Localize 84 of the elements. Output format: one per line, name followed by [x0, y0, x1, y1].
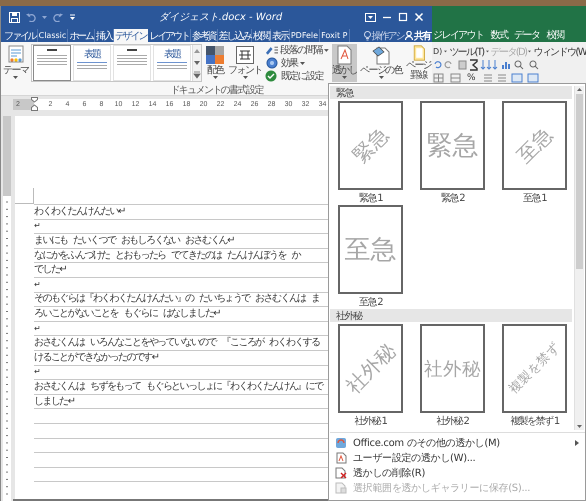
scrollbar-thumb[interactable] [576, 94, 583, 269]
watermark-text: 至急 [510, 122, 558, 170]
fonts-button[interactable]: フォント [228, 44, 262, 82]
text-line: ↵ [34, 278, 41, 291]
effects-button[interactable]: 効果 [264, 57, 329, 69]
style-thumbnail[interactable] [33, 45, 72, 81]
theme-icon [6, 45, 26, 65]
watermark-text: 緊急 [426, 130, 478, 163]
page-icon [335, 452, 347, 464]
watermark-text: 緊急 [346, 122, 394, 170]
color-squares-icon [205, 45, 226, 65]
window-title: ダイジェスト.docx - Word [158, 11, 284, 24]
scroll-down-icon[interactable] [576, 423, 583, 430]
share-button[interactable]: 共有 [404, 29, 432, 42]
text-line: けることができなかったのです↵ [34, 352, 158, 364]
menu-item[interactable]: ユーザー設定の透かし(W)... [330, 450, 585, 465]
brush-lines-icon [264, 44, 278, 56]
close-icon[interactable] [414, 12, 424, 22]
font-grid-icon [235, 45, 255, 65]
ribbon-tab[interactable]: 数式 [490, 28, 508, 42]
menu-item[interactable]: 透かしの削除(R) [330, 465, 585, 480]
page-borders-button[interactable]: ページ罫線 [405, 44, 432, 82]
paragraph-spacing-button[interactable]: 段落の間隔 [264, 44, 329, 56]
text-line: ↵ [34, 220, 41, 232]
ribbon-tab[interactable]: ジレイアウト [433, 28, 484, 42]
text-line: でした↵ [34, 264, 66, 276]
watermark-text: 社外秘 [340, 338, 401, 400]
text-line: そのもぐらは『わくわくたんけんたい』の たいちょうで おさむくんは ま [34, 293, 320, 306]
thumbnail-label: 複製を禁ず 1 [510, 414, 559, 428]
ribbon-display-icon[interactable] [365, 12, 376, 22]
thumbnail-label: 至急 1 [522, 192, 546, 205]
indent-marker-icon[interactable] [31, 97, 38, 111]
thumbnail-label: 至急 2 [358, 296, 382, 309]
tell-me-button[interactable]: 操作アシ [362, 29, 404, 42]
caret-icon [42, 16, 47, 18]
text-line: おさむくんは いろんなことをやっていないので 『こころが わくわくする [34, 337, 320, 350]
thumbnail-label: 緊急 2 [440, 192, 464, 205]
save-page-icon [335, 482, 347, 494]
watermark-text: 社外秘 [424, 358, 481, 382]
undo-icon[interactable] [26, 12, 36, 22]
save-icon[interactable] [9, 12, 20, 22]
menu-item[interactable]: ツール(T) [449, 44, 484, 58]
group-label: ドキュメントの書式設定 [170, 85, 263, 97]
text-line: なにかをふんづけた とおもったら でてきたのは たんけんぼうを か [34, 250, 300, 262]
text-line: ↵ [34, 366, 41, 378]
text-line: ろいことがないことを もぐらに はなしました↵ [34, 308, 220, 320]
menu-item[interactable]: D) [433, 47, 442, 56]
percent-button[interactable]: % [467, 72, 476, 82]
menu-item[interactable]: Office.com のその他の透かし(M) [330, 435, 585, 450]
lightbulb-icon [364, 30, 371, 40]
ribbon-tab[interactable]: データ [514, 28, 540, 42]
style-thumbnail[interactable]: 表題 [153, 45, 192, 81]
section-header: 社外秘 [330, 309, 572, 322]
watermark-text: 複製を禁ず [506, 340, 564, 398]
text-line: まいにも たいくつで おもしろくない おさむくん↵ [34, 234, 234, 247]
text-line: わくわくたんけんたい↵ [34, 206, 125, 218]
menu-item[interactable]: ウィンドウ(W [533, 44, 586, 58]
scrollbar[interactable] [574, 86, 584, 430]
maximize-icon[interactable] [398, 12, 408, 22]
check-icon [264, 70, 279, 82]
set-default-button[interactable]: 既定に設定 [264, 70, 329, 82]
ribbon-tab[interactable]: デザイン [114, 29, 148, 42]
customize-icon[interactable] [69, 14, 76, 20]
text-line: おさむくんは ちずをもって もぐらといっしょに『わくわくたんけん』にで [34, 380, 322, 393]
text-line: しました↵ [34, 396, 74, 408]
theme-button[interactable]: テーマ [3, 44, 28, 82]
watermark-text: 至急 [344, 234, 396, 267]
delete-page-icon [335, 466, 347, 478]
style-thumbnail[interactable]: 表題 [73, 45, 112, 81]
thumbnail-label: 社外秘 1 [354, 414, 386, 428]
text-line: ↵ [34, 322, 41, 335]
watermark-button[interactable]: 透かし [332, 44, 358, 82]
thumbnail-label: 社外秘 2 [436, 414, 468, 428]
ribbon-tab[interactable]: 校閲 [546, 28, 564, 42]
person-icon [405, 31, 414, 40]
more-icon[interactable] [193, 69, 202, 81]
paint-bucket-icon [371, 45, 392, 65]
section-header: 緊急 [330, 86, 572, 99]
redo-icon[interactable] [53, 12, 63, 22]
circle-icon [264, 57, 279, 69]
colors-button[interactable]: 配色 [205, 44, 226, 82]
page-color-button[interactable]: ページの色 [360, 44, 402, 82]
thumbnail-label: 緊急 1 [358, 192, 382, 205]
crop-mark [15, 188, 34, 204]
